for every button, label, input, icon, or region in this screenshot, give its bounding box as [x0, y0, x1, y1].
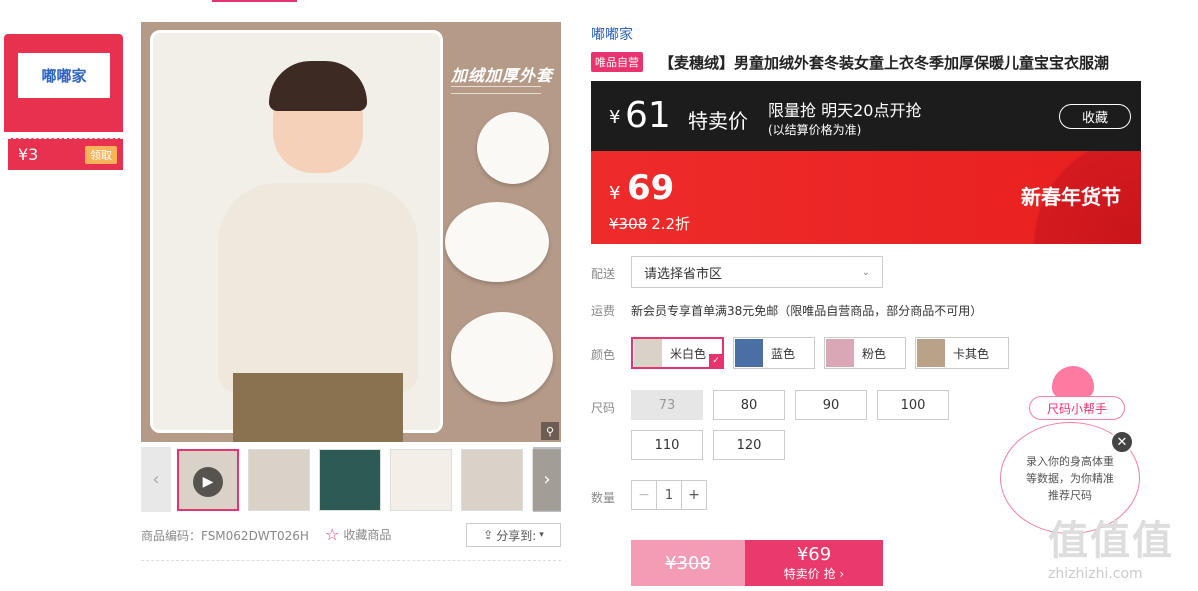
coupon-card[interactable]: 嘟嘟家 ¥3 领取	[4, 34, 123, 170]
original-price-line: ¥308 2.2折	[609, 213, 690, 234]
buy-original-price: ¥308	[631, 540, 745, 586]
fleece-detail-circle	[477, 112, 549, 184]
thumbnail-3[interactable]	[319, 449, 381, 511]
share-label: 分享到:	[496, 528, 537, 543]
size-option-120[interactable]: 120	[713, 430, 785, 460]
mascot-icon	[1052, 366, 1094, 398]
quantity-minus-button[interactable]: −	[632, 481, 656, 509]
buy-button[interactable]: ¥69 特卖价 抢 ›	[745, 540, 883, 586]
coupon-bottom: ¥3 领取	[8, 138, 123, 170]
pants-shape	[233, 373, 403, 442]
sale-price-banner: ¥ 69 ¥308 2.2折 新春年货节	[591, 151, 1141, 244]
color-swatch	[634, 339, 662, 367]
size-option-90[interactable]: 90	[795, 390, 867, 420]
quantity-plus-button[interactable]: +	[682, 481, 706, 509]
collect-button[interactable]: 收藏	[1059, 104, 1131, 129]
delivery-label: 配送	[591, 267, 616, 281]
thumb-prev-button[interactable]: ‹	[141, 447, 171, 512]
quantity-stepper: − 1 +	[631, 480, 707, 510]
buy-label: 特卖价 抢 ›	[783, 567, 845, 581]
shipping-text: 新会员专享首单满38元免邮（限唯品自营商品，部分商品不可用）	[631, 304, 983, 318]
color-name: 蓝色	[771, 346, 796, 361]
flash-price-label: 特卖价	[688, 109, 748, 133]
quantity-input[interactable]: 1	[656, 481, 682, 509]
color-option-1[interactable]: 蓝色	[733, 337, 815, 369]
color-name: 卡其色	[953, 346, 990, 361]
color-swatch	[826, 339, 854, 367]
thumbnail-5[interactable]	[461, 449, 523, 511]
jacket-back-circle	[451, 312, 553, 402]
size-option-110[interactable]: 110	[631, 430, 703, 460]
thumbnail-4[interactable]	[390, 449, 452, 511]
self-operated-tag: 唯品自营	[591, 52, 643, 72]
quantity-label: 数量	[591, 491, 616, 505]
play-icon[interactable]: ▶	[193, 467, 223, 497]
model-photo-card	[150, 30, 443, 442]
flash-price: 61	[625, 95, 671, 136]
coupon-claim-button[interactable]: 领取	[85, 145, 117, 164]
jacket-front-circle	[445, 202, 549, 282]
color-option-2[interactable]: 粉色	[824, 337, 906, 369]
size-option-100[interactable]: 100	[877, 390, 949, 420]
favorite-label: 收藏商品	[343, 528, 392, 542]
flash-currency: ¥	[609, 107, 621, 128]
buy-bar: ¥308 ¥69 特卖价 抢 ›	[631, 540, 883, 586]
share-dropdown[interactable]: ⇪ 分享到: ▾	[466, 523, 561, 547]
buy-price: ¥69	[796, 544, 832, 565]
chevron-down-icon: ▾	[539, 530, 544, 540]
color-swatch	[917, 339, 945, 367]
watermark-logo: 值值值	[1048, 518, 1174, 564]
flash-sale-banner: ¥ 61 特卖价 限量抢 明天20点开抢 (以结算价格为准) 收藏	[591, 81, 1141, 151]
color-name: 米白色	[670, 346, 707, 361]
region-placeholder: 请选择省市区	[644, 266, 723, 282]
product-title: 【麦穗绒】男童加绒外套冬装女童上衣冬季加厚保暖儿童宝宝衣服潮	[659, 54, 1110, 72]
star-icon: ☆	[325, 525, 340, 544]
image-subtitle-lines	[451, 86, 541, 94]
coupon-amount: ¥3	[18, 145, 39, 164]
color-option-0[interactable]: 米白色 ✓	[631, 337, 724, 369]
brand-link[interactable]: 嘟嘟家	[591, 24, 633, 44]
flash-schedule: 限量抢 明天20点开抢	[768, 101, 922, 120]
size-option-80[interactable]: 80	[713, 390, 785, 420]
top-accent-bar	[212, 0, 297, 2]
main-product-image[interactable]: 加绒加厚外套 ⚲	[141, 22, 561, 442]
coupon-brand-logo: 嘟嘟家	[18, 53, 110, 98]
divider	[141, 560, 561, 561]
size-option-73: 73	[631, 390, 703, 420]
check-icon: ✓	[709, 354, 723, 368]
close-icon[interactable]: ✕	[1110, 430, 1134, 454]
color-label: 颜色	[591, 348, 616, 362]
hair-shape	[269, 61, 367, 111]
size-helper-button[interactable]: 尺码小帮手	[1029, 396, 1125, 420]
coupon-top: 嘟嘟家	[4, 34, 123, 132]
shipping-label: 运费	[591, 304, 616, 318]
original-price: ¥308	[609, 215, 648, 233]
share-icon: ⇪	[483, 528, 494, 542]
product-code: 商品编码：FSM062DWT026H	[141, 529, 309, 543]
color-name: 粉色	[862, 346, 887, 361]
thumbnail-2[interactable]	[248, 449, 310, 511]
size-label: 尺码	[591, 401, 616, 415]
thumbnail-video[interactable]: ▶	[177, 449, 239, 511]
sale-price: 69	[627, 168, 675, 208]
region-select[interactable]: 请选择省市区 ⌄	[631, 256, 883, 288]
flash-note: (以结算价格为准)	[768, 123, 862, 137]
jacket-shape	[218, 183, 418, 393]
buy-original-value: ¥308	[665, 552, 711, 574]
festival-label: 新春年货节	[1021, 185, 1121, 209]
thumb-next-button[interactable]: ›	[533, 447, 561, 512]
discount: 2.2折	[651, 215, 691, 233]
watermark-url: zhizhizhi.com	[1048, 566, 1143, 582]
zoom-icon[interactable]: ⚲	[541, 422, 559, 440]
thumbnail-strip: ‹ ▶ ›	[141, 447, 561, 512]
sale-currency: ¥	[609, 183, 621, 204]
color-option-3[interactable]: 卡其色	[915, 337, 1009, 369]
chevron-down-icon: ⌄	[861, 266, 870, 278]
favorite-button[interactable]: ☆ 收藏商品	[325, 525, 391, 544]
color-swatch	[735, 339, 763, 367]
image-title: 加绒加厚外套	[451, 66, 554, 85]
